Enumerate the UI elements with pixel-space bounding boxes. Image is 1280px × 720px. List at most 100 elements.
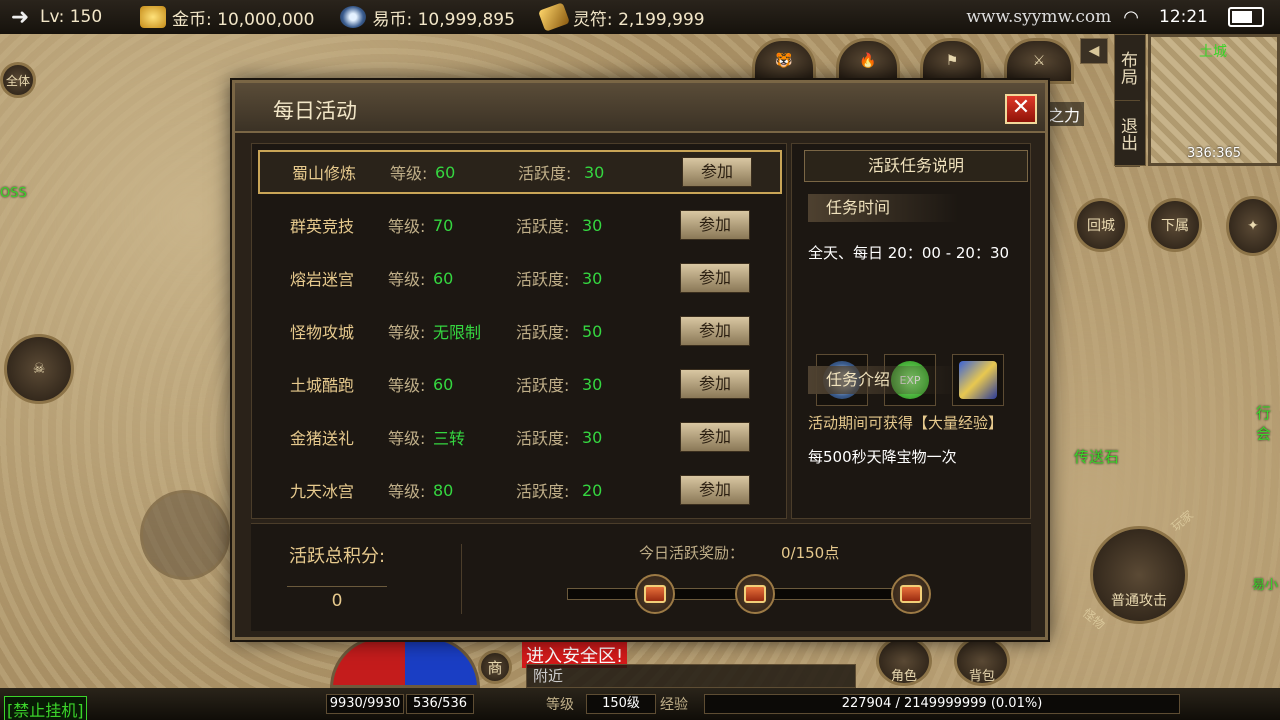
chest-icon bbox=[900, 585, 922, 603]
bag-label: 背包 bbox=[968, 668, 995, 684]
shop-button[interactable]: 商 bbox=[478, 650, 512, 684]
activity-row[interactable]: 怪物攻城 等级: 无限制 活跃度: 50 参加 bbox=[258, 309, 782, 353]
wifi-icon: ◠ bbox=[1123, 6, 1139, 28]
activity-name: 蜀山修炼 bbox=[292, 164, 357, 183]
return-city-button[interactable]: 回城 bbox=[1074, 198, 1128, 252]
chest-icon bbox=[644, 585, 666, 603]
gold-resource: 金币: 10,000,000 bbox=[140, 5, 314, 30]
level-value: 70 bbox=[433, 215, 454, 235]
treasure-map-icon bbox=[959, 361, 997, 399]
activity-points-value: 20 bbox=[582, 480, 603, 500]
activity-points-label: 活跃度: bbox=[516, 429, 570, 448]
subordinate-label: 下属 bbox=[1161, 218, 1189, 234]
activity-points-value: 30 bbox=[582, 268, 603, 288]
player-level: Lv: 150 bbox=[40, 7, 103, 27]
hud-level-value: 150级 bbox=[586, 694, 656, 714]
activity-row[interactable]: 熔岩迷宫 等级: 60 活跃度: 30 参加 bbox=[258, 256, 782, 300]
minimap[interactable]: 土城 336:365 bbox=[1148, 34, 1280, 166]
lingfu-amount: 灵符: 2,199,999 bbox=[572, 9, 705, 30]
time-text: 全天、每日 20：00 - 20：30 bbox=[808, 244, 1010, 262]
divider bbox=[461, 544, 462, 614]
site-watermark: www.syymw.com bbox=[966, 7, 1112, 27]
activity-points-value: 50 bbox=[582, 321, 603, 341]
target-player-button[interactable]: 玩家 bbox=[1167, 506, 1196, 534]
top-menu-icon-3[interactable]: ⚑ bbox=[920, 38, 984, 84]
chat-nearby-label: 附近 bbox=[533, 667, 564, 685]
activity-points-label: 活跃度: bbox=[516, 482, 570, 501]
score-value: 0 bbox=[287, 586, 387, 611]
activity-points-label: 活跃度: bbox=[516, 217, 570, 236]
chat-all-label: 全体 bbox=[5, 73, 30, 88]
top-menu-icon-1[interactable]: 🐯 bbox=[752, 38, 816, 84]
join-button[interactable]: 参加 bbox=[680, 210, 750, 240]
layout-exit-buttons: 布局 退出 bbox=[1114, 34, 1146, 167]
subordinate-button[interactable]: 下属 bbox=[1148, 198, 1202, 252]
join-button[interactable]: 参加 bbox=[680, 316, 750, 346]
disc-coin-icon bbox=[340, 6, 367, 28]
level-label: 等级: bbox=[388, 323, 426, 342]
activity-row[interactable]: 蜀山修炼 等级: 60 活跃度: 30 参加 bbox=[258, 150, 782, 194]
attack-label: 普通攻击 bbox=[1111, 593, 1167, 609]
info-title: 活跃任务说明 bbox=[804, 150, 1028, 182]
expand-arrow-icon[interactable]: ➜ bbox=[0, 5, 40, 30]
movement-joystick[interactable] bbox=[140, 490, 230, 580]
join-button[interactable]: 参加 bbox=[680, 475, 750, 505]
reward-chest-2[interactable] bbox=[735, 574, 775, 614]
reward-chest-3[interactable] bbox=[891, 574, 931, 614]
join-button[interactable]: 参加 bbox=[680, 422, 750, 452]
activity-name: 土城酷跑 bbox=[290, 376, 355, 395]
top-status-bar: ➜ Lv: 150 金币: 10,000,000 易币: 10,999,895 … bbox=[0, 0, 1280, 34]
attack-button[interactable]: 普通攻击 bbox=[1090, 526, 1188, 624]
level-label: 等级: bbox=[388, 482, 426, 501]
character-label: 角色 bbox=[890, 668, 917, 684]
guild-label: 行会 bbox=[1256, 404, 1272, 443]
activity-row[interactable]: 九天冰宫 等级: 80 活跃度: 20 参加 bbox=[258, 468, 782, 512]
level-label: 等级: bbox=[390, 164, 428, 183]
layout-button[interactable]: 布局 bbox=[1115, 35, 1140, 101]
level-value: 80 bbox=[433, 480, 454, 500]
demon-mask-button[interactable]: ☠ bbox=[4, 334, 74, 404]
gold-amount: 金币: 10,000,000 bbox=[172, 9, 315, 30]
yibi-amount: 易币: 10,999,895 bbox=[372, 9, 515, 30]
top-menu-icon-4[interactable]: ⚔ bbox=[1004, 38, 1074, 84]
reward-progress: 0/150点 bbox=[781, 544, 840, 562]
reward-chest-1[interactable] bbox=[635, 574, 675, 614]
reward-treasure[interactable] bbox=[952, 354, 1004, 406]
join-button[interactable]: 参加 bbox=[680, 369, 750, 399]
intro-line-1: 活动期间可获得【大量经验】 bbox=[808, 414, 1004, 432]
gold-ingot-icon bbox=[140, 6, 166, 28]
activity-name: 熔岩迷宫 bbox=[290, 270, 355, 289]
activity-row[interactable]: 金猪送礼 等级: 三转 活跃度: 30 参加 bbox=[258, 415, 782, 459]
hud-level-label: 等级 bbox=[546, 697, 574, 713]
activity-points-value: 30 bbox=[582, 427, 603, 447]
character-button[interactable]: 角色 bbox=[876, 636, 932, 686]
activity-row[interactable]: 群英竞技 等级: 70 活跃度: 30 参加 bbox=[258, 203, 782, 247]
auto-play-banned[interactable]: [禁止挂机] bbox=[4, 696, 87, 720]
activity-name: 九天冰宫 bbox=[290, 482, 355, 501]
join-button[interactable]: 参加 bbox=[680, 263, 750, 293]
exit-button[interactable]: 退出 bbox=[1115, 101, 1140, 167]
activity-name: 怪物攻城 bbox=[290, 323, 355, 342]
demon-mask-icon: ☠ bbox=[32, 361, 46, 377]
minimap-coords: 336:365 bbox=[1187, 146, 1242, 161]
chat-nearby-channel[interactable]: 附近 bbox=[526, 664, 856, 688]
collapse-arrow-button[interactable]: ◀ bbox=[1080, 38, 1108, 64]
activity-row[interactable]: 土城酷跑 等级: 60 活跃度: 30 参加 bbox=[258, 362, 782, 406]
activity-name: 群英竞技 bbox=[290, 217, 355, 236]
close-button[interactable]: ✕ bbox=[1005, 94, 1037, 124]
boss-label: OSS bbox=[0, 186, 27, 201]
join-button[interactable]: 参加 bbox=[682, 157, 752, 187]
reward-label: 今日活跃奖励： bbox=[639, 544, 745, 562]
activity-name: 金猪送礼 bbox=[290, 429, 355, 448]
compass-button[interactable]: ✦ bbox=[1226, 196, 1280, 256]
time-section-tab: 任务时间 bbox=[808, 194, 958, 222]
hud-exp-label: 经验 bbox=[660, 697, 688, 713]
dialog-title: 每日活动 bbox=[273, 99, 357, 123]
activity-points-value: 30 bbox=[582, 374, 603, 394]
top-menu-icon-2[interactable]: 🔥 bbox=[836, 38, 900, 84]
chat-all-button[interactable]: 全体 bbox=[0, 62, 36, 98]
level-value: 60 bbox=[433, 374, 454, 394]
chest-icon bbox=[744, 585, 766, 603]
activity-points-label: 活跃度: bbox=[516, 270, 570, 289]
bag-button[interactable]: 背包 bbox=[954, 636, 1010, 686]
